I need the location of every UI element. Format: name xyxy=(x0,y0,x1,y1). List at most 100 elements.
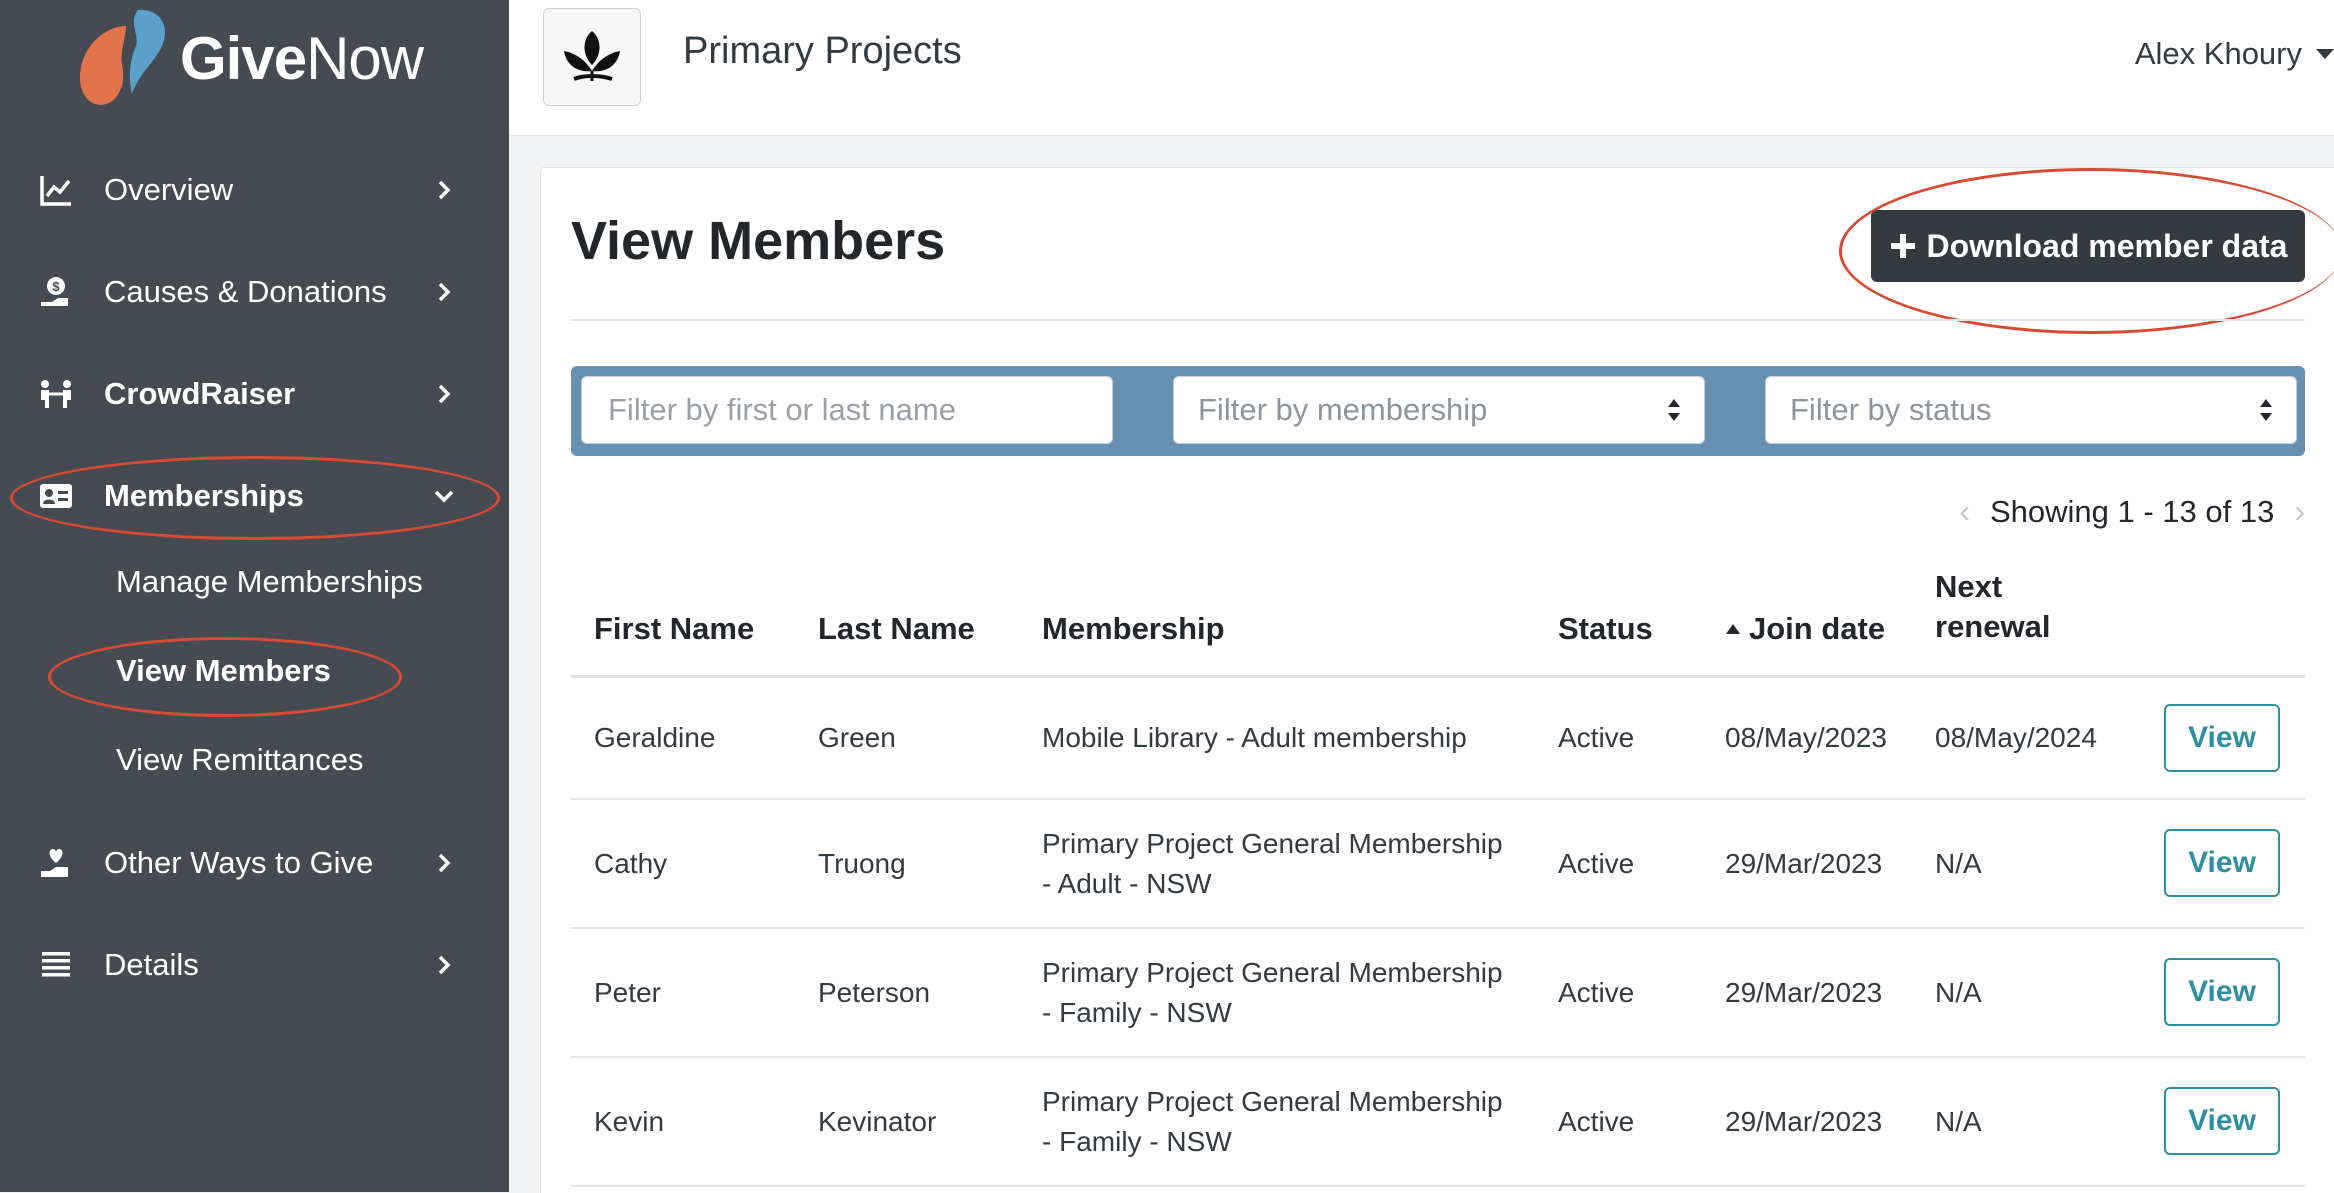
table-row: Geraldine Green Mobile Library - Adult m… xyxy=(571,678,2305,800)
cell-first-name: Geraldine xyxy=(594,722,716,753)
sidebar-subitem-manage-memberships[interactable]: Manage Memberships xyxy=(116,564,423,600)
sidebar-item-label: Other Ways to Give xyxy=(104,845,374,880)
name-filter-wrapper xyxy=(581,376,1113,444)
cell-join-date: 29/Mar/2023 xyxy=(1725,977,1883,1008)
chevron-right-icon xyxy=(438,180,451,200)
cell-join-date: 29/Mar/2023 xyxy=(1725,1106,1883,1137)
cell-membership-line1: Primary Project General Membership xyxy=(1042,957,1503,988)
brand-give: Give xyxy=(180,24,307,92)
membership-filter-placeholder: Filter by membership xyxy=(1198,392,1488,427)
brand-now: Now xyxy=(306,24,424,92)
view-member-button[interactable]: View xyxy=(2164,1087,2280,1155)
user-menu[interactable]: Alex Khoury xyxy=(2135,36,2334,72)
sidebar-item-details[interactable]: Details xyxy=(0,925,509,1005)
main-card: View Members Download member data Filter… xyxy=(540,167,2334,1193)
sidebar-subitem-view-members[interactable]: View Members xyxy=(116,653,331,689)
previous-page-icon[interactable]: ‹ xyxy=(1959,493,1970,530)
cell-membership: Primary Project General Membership - Fam… xyxy=(1042,953,1503,1033)
cell-membership-line2: - Family - NSW xyxy=(1042,1126,1232,1157)
cell-status: Active xyxy=(1558,1106,1635,1137)
sidebar-item-label: Details xyxy=(104,947,199,982)
top-bar: Primary Projects Alex Khoury xyxy=(509,0,2334,136)
sidebar-item-overview[interactable]: Overview xyxy=(0,150,509,230)
cell-membership-line1: Mobile Library - Adult membership xyxy=(1042,722,1467,753)
brand-name: GiveNow xyxy=(180,24,424,93)
cell-next-renewal: N/A xyxy=(1935,848,1982,879)
members-table: First Name Last Name Membership Status J… xyxy=(571,563,2305,1187)
sidebar-item-memberships[interactable]: Memberships xyxy=(0,456,509,536)
sidebar-item-label: Overview xyxy=(104,172,234,207)
filter-bar: Filter by membership Filter by status xyxy=(571,366,2305,456)
cell-status: Active xyxy=(1558,722,1635,753)
table-row: Peter Peterson Primary Project General M… xyxy=(571,929,2305,1058)
column-status[interactable]: Status xyxy=(1558,609,1653,649)
cell-membership: Primary Project General Membership - Adu… xyxy=(1042,824,1503,904)
membership-filter-select[interactable]: Filter by membership xyxy=(1173,376,1705,444)
cell-next-renewal: 08/May/2024 xyxy=(1935,722,2097,753)
plus-icon xyxy=(1890,234,1915,258)
name-filter-input[interactable] xyxy=(606,391,1088,429)
cell-membership-line1: Primary Project General Membership xyxy=(1042,1086,1503,1117)
chart-line-icon xyxy=(40,176,71,206)
table-row: Cathy Truong Primary Project General Mem… xyxy=(571,800,2305,929)
sort-ascending-icon xyxy=(1726,624,1740,634)
column-next-renewal-line2: renewal xyxy=(1935,609,2051,644)
cell-membership-line2: - Adult - NSW xyxy=(1042,868,1212,899)
status-filter-placeholder: Filter by status xyxy=(1790,392,1992,427)
select-arrows-icon xyxy=(1668,399,1680,421)
column-last-name[interactable]: Last Name xyxy=(818,609,975,649)
sidebar-item-other-ways-to-give[interactable]: Other Ways to Give xyxy=(0,823,509,903)
caret-down-icon xyxy=(2316,49,2334,59)
cell-membership-line2: - Family - NSW xyxy=(1042,997,1232,1028)
download-member-data-button[interactable]: Download member data xyxy=(1871,210,2305,282)
cell-join-date: 29/Mar/2023 xyxy=(1725,848,1883,879)
view-member-button[interactable]: View xyxy=(2164,829,2280,897)
svg-text:$: $ xyxy=(52,279,60,294)
sidebar-item-causes-donations[interactable]: $ Causes & Donations xyxy=(0,252,509,332)
chevron-right-icon xyxy=(438,853,451,873)
cell-next-renewal: N/A xyxy=(1935,977,1982,1008)
table-header: First Name Last Name Membership Status J… xyxy=(571,563,2305,678)
cell-status: Active xyxy=(1558,848,1635,879)
cell-membership-line1: Primary Project General Membership xyxy=(1042,828,1503,859)
column-membership[interactable]: Membership xyxy=(1042,609,1225,649)
id-card-icon xyxy=(40,484,72,508)
cell-first-name: Kevin xyxy=(594,1106,665,1137)
donation-hand-icon: $ xyxy=(41,277,68,306)
chevron-down-icon xyxy=(434,490,454,503)
cell-membership: Primary Project General Membership - Fam… xyxy=(1042,1082,1503,1162)
cell-next-renewal: N/A xyxy=(1935,1106,1982,1137)
cell-membership: Mobile Library - Adult membership xyxy=(1042,718,1467,758)
chevron-right-icon xyxy=(438,955,451,975)
sidebar-item-crowdraiser[interactable]: CrowdRaiser xyxy=(0,354,509,434)
column-join-date[interactable]: Join date xyxy=(1725,609,1885,649)
list-icon xyxy=(42,952,70,977)
view-member-button[interactable]: View xyxy=(2164,704,2280,772)
organisation-logo xyxy=(543,8,641,106)
sidebar-item-label: Memberships xyxy=(104,478,304,513)
givenow-logo[interactable]: GiveNow xyxy=(76,6,424,110)
cell-join-date: 08/May/2023 xyxy=(1725,722,1887,753)
column-next-renewal[interactable]: Next renewal xyxy=(1935,567,2050,647)
givenow-heart-logo-icon xyxy=(80,9,166,105)
people-icon xyxy=(41,380,71,408)
sidebar-subitem-view-remittances[interactable]: View Remittances xyxy=(116,742,364,778)
cell-last-name: Truong xyxy=(818,848,906,879)
cell-status: Active xyxy=(1558,977,1635,1008)
pagination: ‹ Showing 1 - 13 of 13 › xyxy=(1959,493,2305,530)
status-filter-select[interactable]: Filter by status xyxy=(1765,376,2297,444)
user-name: Alex Khoury xyxy=(2134,36,2302,71)
hand-heart-icon xyxy=(41,849,68,877)
column-first-name[interactable]: First Name xyxy=(594,609,754,649)
plant-leaves-icon xyxy=(564,31,620,81)
chevron-right-icon xyxy=(438,384,451,404)
cell-last-name: Green xyxy=(818,722,896,753)
cell-last-name: Kevinator xyxy=(818,1106,937,1137)
view-member-button[interactable]: View xyxy=(2164,958,2280,1026)
next-page-icon[interactable]: › xyxy=(2294,493,2305,530)
organisation-title: Primary Projects xyxy=(683,30,962,72)
sidebar-item-label: Causes & Donations xyxy=(104,274,387,309)
chevron-right-icon xyxy=(438,282,451,302)
table-row: Kevin Kevinator Primary Project General … xyxy=(571,1058,2305,1187)
download-button-label: Download member data xyxy=(1926,227,2288,264)
